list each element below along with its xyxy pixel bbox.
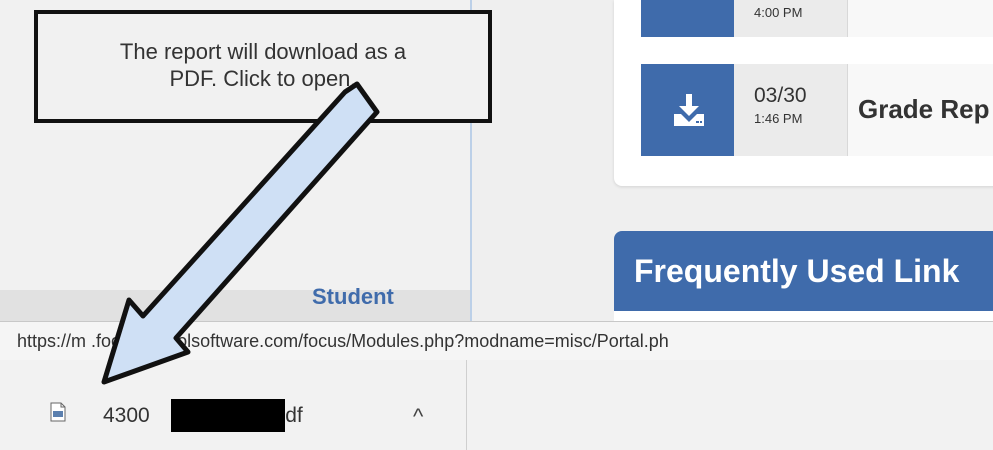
arrow-shape (101, 81, 380, 385)
pointer-arrow (101, 81, 380, 385)
